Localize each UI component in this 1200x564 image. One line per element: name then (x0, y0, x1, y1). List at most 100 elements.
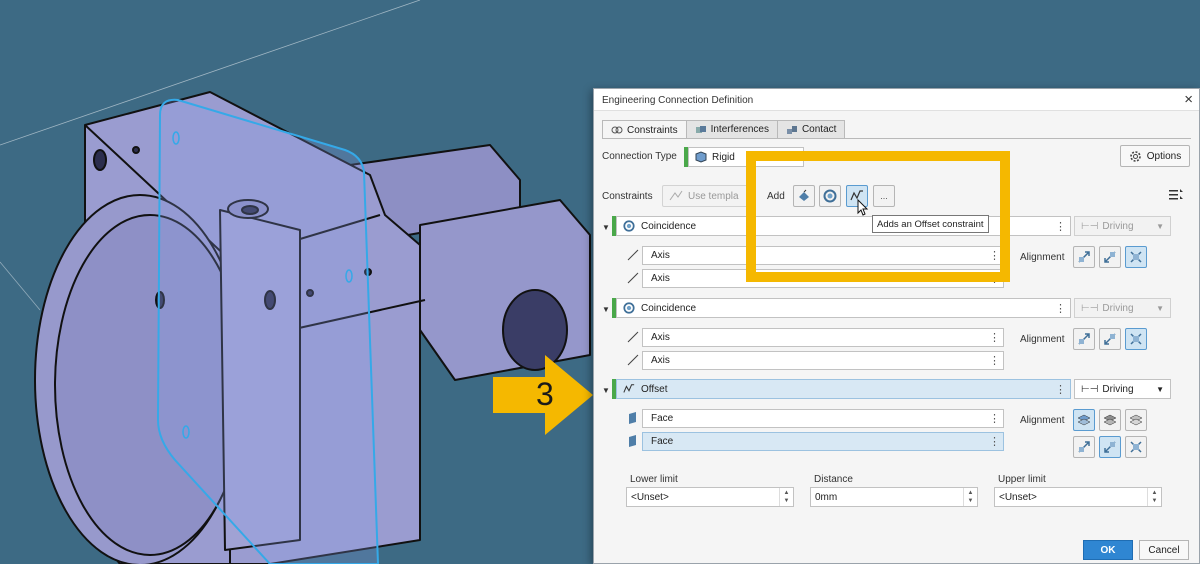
alignment-label: Alignment (1020, 252, 1065, 263)
use-template-label: Use templa (688, 190, 739, 202)
dialog-title: Engineering Connection Definition (602, 95, 754, 106)
options-button[interactable]: Options (1120, 145, 1190, 167)
ok-button[interactable]: OK (1083, 540, 1133, 560)
coincidence-icon (623, 220, 635, 232)
constraint-2-mode-select[interactable]: ⊢⊣ Driving ▼ (1074, 298, 1171, 318)
lower-limit-input[interactable]: <Unset> ▲ ▼ (626, 487, 794, 507)
align-opposite-icon (1104, 441, 1116, 453)
list-view-icon[interactable] (1168, 187, 1184, 203)
axis-icon (627, 354, 639, 366)
align-undefined-button[interactable] (1125, 436, 1147, 458)
more-options-icon[interactable]: ⋮ (1055, 302, 1066, 315)
tab-contact-label: Contact (801, 124, 837, 135)
spinner-icon[interactable]: ▲ ▼ (1147, 488, 1161, 506)
connection-type-label: Connection Type (602, 151, 677, 162)
constraint-1-mode-select[interactable]: ⊢⊣ Driving ▼ (1074, 216, 1171, 236)
more-options-icon[interactable]: ⋮ (989, 354, 1000, 367)
constraint-1-element-2-label: Axis (651, 273, 670, 284)
face-icon (629, 435, 636, 447)
mouse-cursor-icon (857, 199, 869, 216)
lower-limit-value: <Unset> (631, 491, 669, 503)
contact-icon (786, 125, 797, 134)
tab-constraints-label: Constraints (627, 124, 678, 136)
close-icon[interactable]: × (1184, 91, 1193, 108)
more-options-icon[interactable]: ⋮ (989, 331, 1000, 344)
more-options-icon[interactable]: ⋮ (1055, 220, 1066, 233)
align-same-button[interactable] (1073, 246, 1095, 268)
collapse-triangle-icon[interactable]: ▼ (602, 223, 610, 232)
chevron-down-icon: ▼ (1156, 385, 1164, 394)
align-same-icon (1078, 251, 1090, 263)
align-same-button[interactable] (1073, 436, 1095, 458)
gear-icon (1129, 150, 1141, 162)
more-options-icon[interactable]: ⋮ (1055, 383, 1066, 396)
chevron-down-icon: ▼ (1156, 222, 1164, 231)
lower-limit-label: Lower limit (630, 474, 678, 485)
align-undefined-button[interactable] (1125, 246, 1147, 268)
cancel-button[interactable]: Cancel (1139, 540, 1189, 560)
tab-interferences-label: Interferences (710, 124, 769, 135)
align-opposite-button[interactable] (1099, 328, 1121, 350)
align-undefined-icon (1130, 251, 1142, 263)
constraint-3-offset[interactable]: Offset ⋮ (616, 379, 1071, 399)
chevron-down-icon: ▼ (1156, 304, 1164, 313)
align-undefined-icon (1130, 333, 1142, 345)
axis-icon (627, 272, 639, 284)
driving-icon: ⊢⊣ (1081, 383, 1099, 395)
constraint-2-coincidence[interactable]: Coincidence ⋮ (616, 298, 1071, 318)
constraint-3-element-1[interactable]: Face ⋮ (642, 409, 1004, 428)
more-options-icon[interactable]: ⋮ (989, 435, 1000, 448)
face-align-same-button[interactable] (1073, 409, 1095, 431)
spinner-icon[interactable]: ▲ ▼ (779, 488, 793, 506)
tab-interferences[interactable]: Interferences (685, 120, 778, 138)
tab-contact[interactable]: Contact (776, 120, 846, 138)
use-template-button[interactable]: Use templa (662, 185, 754, 207)
spinner-icon[interactable]: ▲ ▼ (963, 488, 977, 506)
dialog-titlebar: Engineering Connection Definition × (594, 89, 1199, 111)
upper-limit-value: <Unset> (999, 491, 1037, 503)
tab-constraints[interactable]: Constraints (602, 120, 687, 139)
tab-bar: Constraints Interferences Contact (602, 120, 846, 139)
constraint-2-element-1[interactable]: Axis ⋮ (642, 328, 1004, 347)
axis-icon (627, 331, 639, 343)
stacked-faces-icon (1077, 414, 1091, 426)
coincidence-icon (623, 302, 635, 314)
face-align-opposite-button[interactable] (1099, 409, 1121, 431)
stacked-faces-icon (1129, 414, 1143, 426)
constraint-2-element-2-label: Axis (651, 355, 670, 366)
constraint-3-mode-select[interactable]: ⊢⊣ Driving ▼ (1074, 379, 1171, 399)
alignment-label: Alignment (1020, 415, 1065, 426)
collapse-triangle-icon[interactable]: ▼ (602, 305, 610, 314)
more-options-icon[interactable]: ⋮ (989, 412, 1000, 425)
constraints-label: Constraints (602, 191, 653, 202)
rigid-icon (695, 151, 707, 163)
highlight-box-annotation (746, 151, 1010, 282)
constraint-2-mode: Driving (1102, 302, 1134, 314)
step-number: 3 (536, 376, 554, 412)
offset-icon (623, 384, 635, 393)
face-align-undefined-button[interactable] (1125, 409, 1147, 431)
align-opposite-icon (1104, 251, 1116, 263)
constraint-3-element-2-label: Face (651, 436, 674, 447)
alignment-label: Alignment (1020, 334, 1065, 345)
constraint-2-element-2[interactable]: Axis ⋮ (642, 351, 1004, 370)
upper-limit-input[interactable]: <Unset> ▲ ▼ (994, 487, 1162, 507)
distance-input[interactable]: 0mm ▲ ▼ (810, 487, 978, 507)
align-undefined-button[interactable] (1125, 328, 1147, 350)
axis-icon (627, 249, 639, 261)
align-opposite-button[interactable] (1099, 436, 1121, 458)
constraint-1-element-1-label: Axis (651, 250, 670, 261)
constraint-2-element-1-label: Axis (651, 332, 670, 343)
align-same-button[interactable] (1073, 328, 1095, 350)
face-icon (629, 412, 636, 424)
constraint-1-name: Coincidence (641, 220, 697, 232)
align-same-icon (1078, 333, 1090, 345)
constraint-3-element-1-label: Face (651, 413, 674, 424)
collapse-triangle-icon[interactable]: ▼ (602, 386, 610, 395)
interferences-icon (695, 125, 706, 133)
upper-limit-label: Upper limit (998, 474, 1046, 485)
align-undefined-icon (1130, 441, 1142, 453)
align-opposite-button[interactable] (1099, 246, 1121, 268)
constraint-3-element-2[interactable]: Face ⋮ (642, 432, 1004, 451)
driving-icon: ⊢⊣ (1081, 220, 1099, 232)
